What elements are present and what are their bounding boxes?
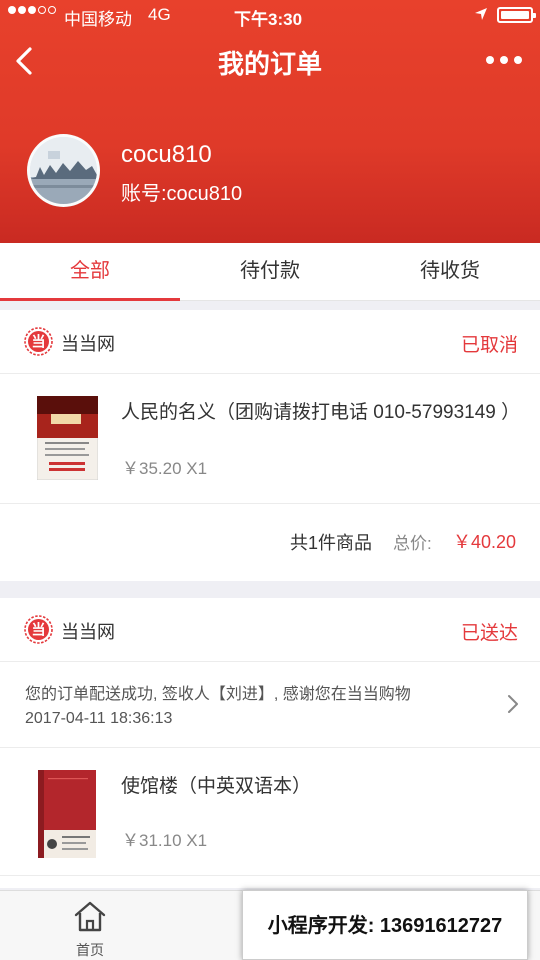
status-time: 下午3:30	[234, 10, 303, 29]
status-bar: 中国移动 4G 下午3:30	[0, 0, 540, 30]
item-count: 共1件商品	[290, 533, 373, 553]
product-title: 人民的名义（团购请拨打电话 010-57993149 ）	[121, 402, 521, 423]
order-card: 当 当当网 已送达 您的订单配送成功, 签收人【刘进】, 感谢您在当当购物 20…	[0, 598, 540, 888]
chevron-right-icon	[508, 695, 518, 713]
delivery-info-row[interactable]: 您的订单配送成功, 签收人【刘进】, 感谢您在当当购物 2017-04-11 1…	[0, 663, 540, 748]
product-row[interactable]: 人民的名义（团购请拨打电话 010-57993149 ） ￥35.20 X1	[0, 374, 540, 504]
username: cocu810	[121, 141, 212, 168]
product-row[interactable]: 使馆楼（中英双语本） ￥31.10 X1	[0, 748, 540, 876]
tab-all[interactable]: 全部	[0, 243, 180, 301]
promo-banner: 小程序开发: 13691612727	[242, 890, 528, 960]
total-price: ￥40.20	[453, 532, 517, 552]
home-icon	[74, 901, 106, 932]
book-cover-image	[37, 396, 98, 480]
carrier-label: 中国移动	[64, 10, 132, 29]
more-icon[interactable]	[486, 52, 522, 68]
network-label: 4G	[148, 5, 171, 24]
book-cover-image	[38, 770, 96, 858]
shop-name: 当当网	[61, 622, 115, 642]
page-title: 我的订单	[217, 49, 322, 79]
tab-pending-payment[interactable]: 待付款	[180, 243, 360, 300]
order-status: 已送达	[460, 623, 518, 644]
shop-row: 当 当当网 已送达	[0, 598, 540, 662]
svg-text:当: 当	[32, 622, 46, 639]
tab-home[interactable]: 首页	[60, 899, 120, 959]
avatar-image	[30, 137, 97, 204]
avatar[interactable]	[27, 134, 100, 207]
signal-icon	[8, 6, 56, 14]
shop-row: 当 当当网 已取消	[0, 310, 540, 374]
account-label: 账号:cocu810	[121, 183, 243, 205]
tab-home-label: 首页	[76, 942, 104, 958]
product-title: 使馆楼（中英双语本）	[121, 776, 312, 797]
tab-pending-receipt[interactable]: 待收货	[360, 243, 540, 300]
order-tabs: 全部 待付款 待收货	[0, 243, 540, 301]
product-price: ￥35.20 X1	[122, 459, 208, 478]
product-price: ￥31.10 X1	[122, 831, 208, 850]
dangdang-logo-icon: 当	[24, 327, 53, 356]
delivery-message: 您的订单配送成功, 签收人【刘进】, 感谢您在当当购物	[25, 686, 411, 703]
location-icon	[475, 8, 487, 20]
shop-name: 当当网	[61, 334, 115, 354]
svg-text:当: 当	[32, 334, 46, 351]
header: 中国移动 4G 下午3:30 我的订单 cocu810 账号:cocu810	[0, 0, 540, 243]
dangdang-logo-icon: 当	[24, 615, 53, 644]
delivery-time: 2017-04-11 18:36:13	[25, 710, 173, 727]
battery-icon	[497, 7, 536, 23]
order-status: 已取消	[460, 335, 518, 356]
total-label: 总价:	[393, 534, 432, 553]
order-card: 当 当当网 已取消 人民的名义（团购请拨打电话 010-57993149 ） ￥…	[0, 310, 540, 581]
order-summary: 共1件商品 总价: ￥40.20	[0, 504, 540, 581]
